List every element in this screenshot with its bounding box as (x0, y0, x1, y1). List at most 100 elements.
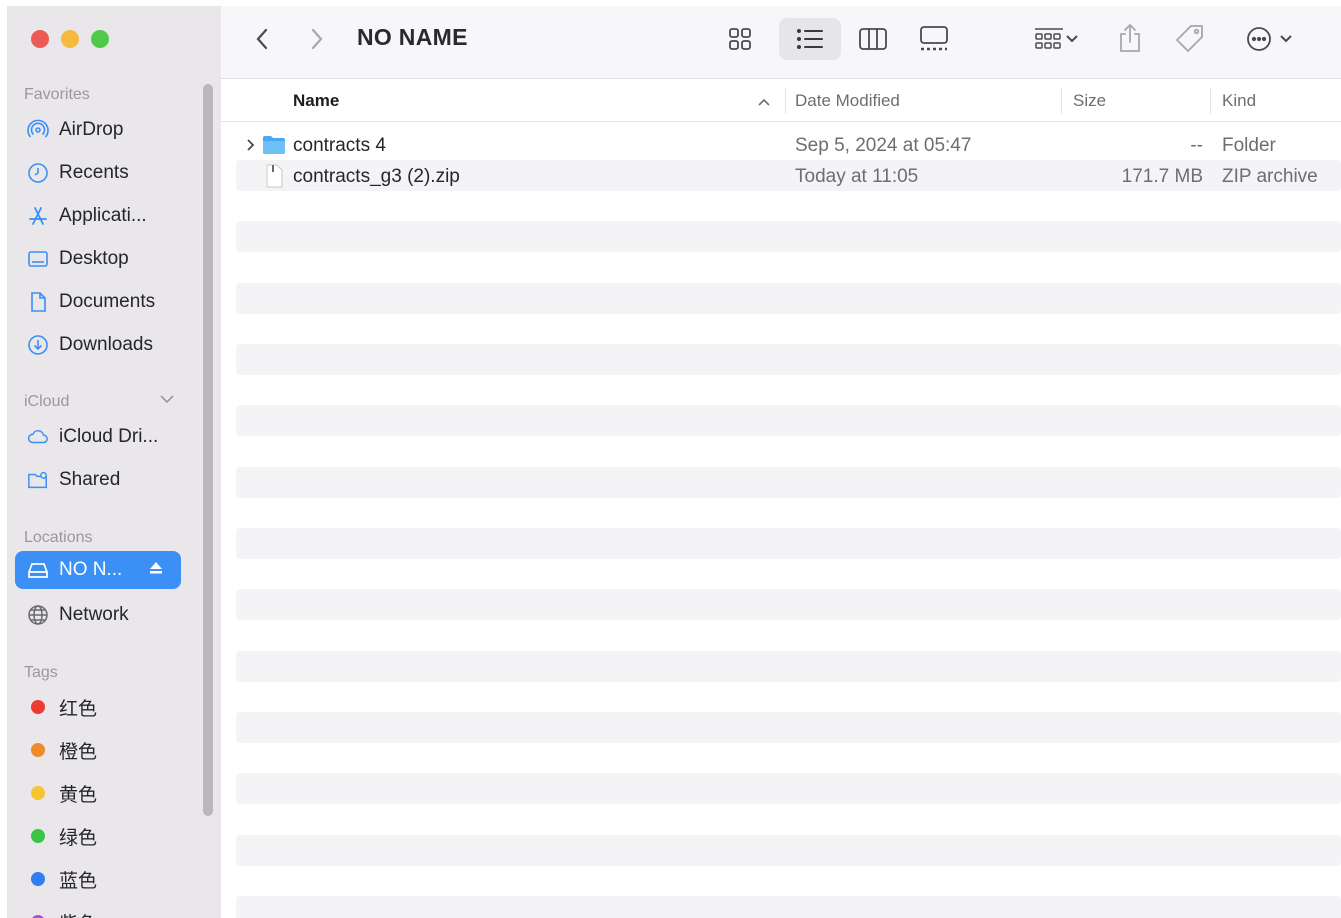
chevron-down-icon (1066, 35, 1078, 43)
group-by-button[interactable] (1027, 23, 1085, 55)
icon-view-button[interactable] (725, 23, 755, 55)
sidebar-item-downloads[interactable]: Downloads (15, 326, 181, 364)
empty-row-stripe (236, 221, 1341, 252)
column-divider[interactable] (785, 88, 786, 114)
file-kind: Folder (1222, 135, 1276, 156)
empty-row-stripe (236, 835, 1341, 866)
empty-row-stripe (236, 528, 1341, 559)
folder-icon (262, 133, 286, 157)
empty-row-stripe (236, 283, 1341, 314)
file-size: 171.7 MB (1121, 166, 1203, 187)
empty-row-stripe (236, 405, 1341, 436)
empty-row-stripe (236, 712, 1341, 743)
grid-icon (729, 28, 751, 50)
column-header-name[interactable]: Name (293, 91, 339, 111)
sidebar-item-label: AirDrop (59, 119, 124, 140)
column-divider[interactable] (1210, 88, 1211, 114)
column-header-kind[interactable]: Kind (1222, 91, 1256, 111)
sidebar-item-tag-orange[interactable]: 橙色 (15, 731, 181, 769)
airdrop-icon (27, 119, 49, 141)
green-tag-icon (27, 825, 49, 847)
sort-ascending-icon[interactable] (757, 92, 771, 112)
file-date: Sep 5, 2024 at 05:47 (795, 135, 972, 156)
sidebar-item-tag-red[interactable]: 红色 (15, 688, 181, 726)
sidebar-item-applications[interactable]: Applicati... (15, 197, 181, 235)
column-header-size[interactable]: Size (1073, 91, 1106, 111)
desktop-icon (27, 248, 49, 270)
file-list: contracts 4 Sep 5, 2024 at 05:47 -- Fold… (221, 123, 1341, 918)
columns-icon (859, 28, 887, 50)
file-row[interactable]: contracts 4 Sep 5, 2024 at 05:47 -- Fold… (236, 130, 1341, 161)
favorites-heading: Favorites (24, 86, 90, 103)
sidebar-item-label: Documents (59, 291, 156, 312)
tags-heading: Tags (24, 664, 58, 681)
toolbar: NO NAME (221, 6, 1341, 79)
forward-button[interactable] (302, 24, 332, 54)
blue-tag-icon (27, 868, 49, 890)
tag-button[interactable] (1173, 22, 1207, 56)
file-name: contracts 4 (293, 135, 386, 156)
chevron-down-icon[interactable] (159, 392, 175, 408)
zoom-button[interactable] (91, 30, 109, 48)
share-icon (1120, 23, 1140, 52)
sidebar-item-recents[interactable]: Recents (15, 154, 181, 192)
column-header-date-modified[interactable]: Date Modified (795, 91, 900, 111)
empty-row-stripe (236, 773, 1341, 804)
sidebar-item-label: 橙色 (59, 741, 98, 763)
more-actions-button[interactable] (1239, 23, 1299, 55)
sidebar-item-label: Desktop (59, 248, 129, 269)
chevron-down-icon (1280, 35, 1292, 43)
cloud-icon (27, 426, 49, 448)
tag-icon (1175, 25, 1203, 53)
eject-icon[interactable] (149, 561, 163, 575)
sidebar-item-label: iCloud Dri... (59, 426, 159, 447)
close-button[interactable] (31, 30, 49, 48)
drive-icon (27, 559, 49, 581)
empty-row-stripe (236, 896, 1341, 918)
sidebar-item-label: Network (59, 604, 129, 625)
sidebar-item-label: Recents (59, 162, 129, 183)
sidebar-item-tag-blue[interactable]: 蓝色 (15, 860, 181, 898)
sidebar-item-no-name[interactable]: NO N... (15, 551, 181, 589)
sidebar-item-label: Applicati... (59, 205, 147, 226)
empty-row-stripe (236, 589, 1341, 620)
share-button[interactable] (1115, 20, 1145, 56)
clock-icon (27, 162, 49, 184)
sidebar-item-network[interactable]: Network (15, 596, 181, 634)
document-icon (27, 291, 49, 313)
sidebar-item-label: 红色 (59, 698, 98, 720)
sidebar-item-tag-yellow[interactable]: 黄色 (15, 774, 181, 812)
red-tag-icon (27, 696, 49, 718)
back-button[interactable] (247, 24, 277, 54)
column-view-button[interactable] (857, 23, 889, 55)
finder-window: Favorites AirDrop Recents Applicati... D… (7, 6, 1341, 918)
sidebar-item-label: NO N... (59, 559, 123, 580)
gallery-icon (920, 26, 948, 51)
disclosure-triangle-icon[interactable] (245, 135, 259, 155)
download-icon (27, 334, 49, 356)
chevron-right-icon (311, 28, 323, 50)
sidebar-item-tag-green[interactable]: 绿色 (15, 817, 181, 855)
ellipsis-circle-icon (1247, 27, 1271, 51)
sidebar-item-label: 绿色 (59, 827, 98, 849)
sidebar: Favorites AirDrop Recents Applicati... D… (7, 6, 221, 918)
file-name: contracts_g3 (2).zip (293, 166, 460, 187)
file-row[interactable]: contracts_g3 (2).zip Today at 11:05 171.… (236, 161, 1341, 192)
sidebar-item-desktop[interactable]: Desktop (15, 240, 181, 278)
sidebar-item-documents[interactable]: Documents (15, 283, 181, 321)
column-header-row: Name Date Modified Size Kind (221, 80, 1341, 122)
file-kind: ZIP archive (1222, 166, 1318, 187)
column-divider[interactable] (1061, 88, 1062, 114)
empty-row-stripe (236, 651, 1341, 682)
minimize-button[interactable] (61, 30, 79, 48)
sidebar-item-airdrop[interactable]: AirDrop (15, 111, 181, 149)
gallery-view-button[interactable] (917, 23, 951, 55)
sidebar-scrollbar[interactable] (203, 84, 213, 816)
list-view-button[interactable] (779, 18, 841, 60)
sidebar-item-icloud-drive[interactable]: iCloud Dri... (15, 418, 181, 456)
sidebar-item-shared[interactable]: Shared (15, 461, 181, 499)
orange-tag-icon (27, 739, 49, 761)
window-title: NO NAME (357, 24, 468, 50)
window-controls (31, 30, 109, 48)
sidebar-item-tag-purple[interactable]: 紫色 (15, 903, 181, 918)
